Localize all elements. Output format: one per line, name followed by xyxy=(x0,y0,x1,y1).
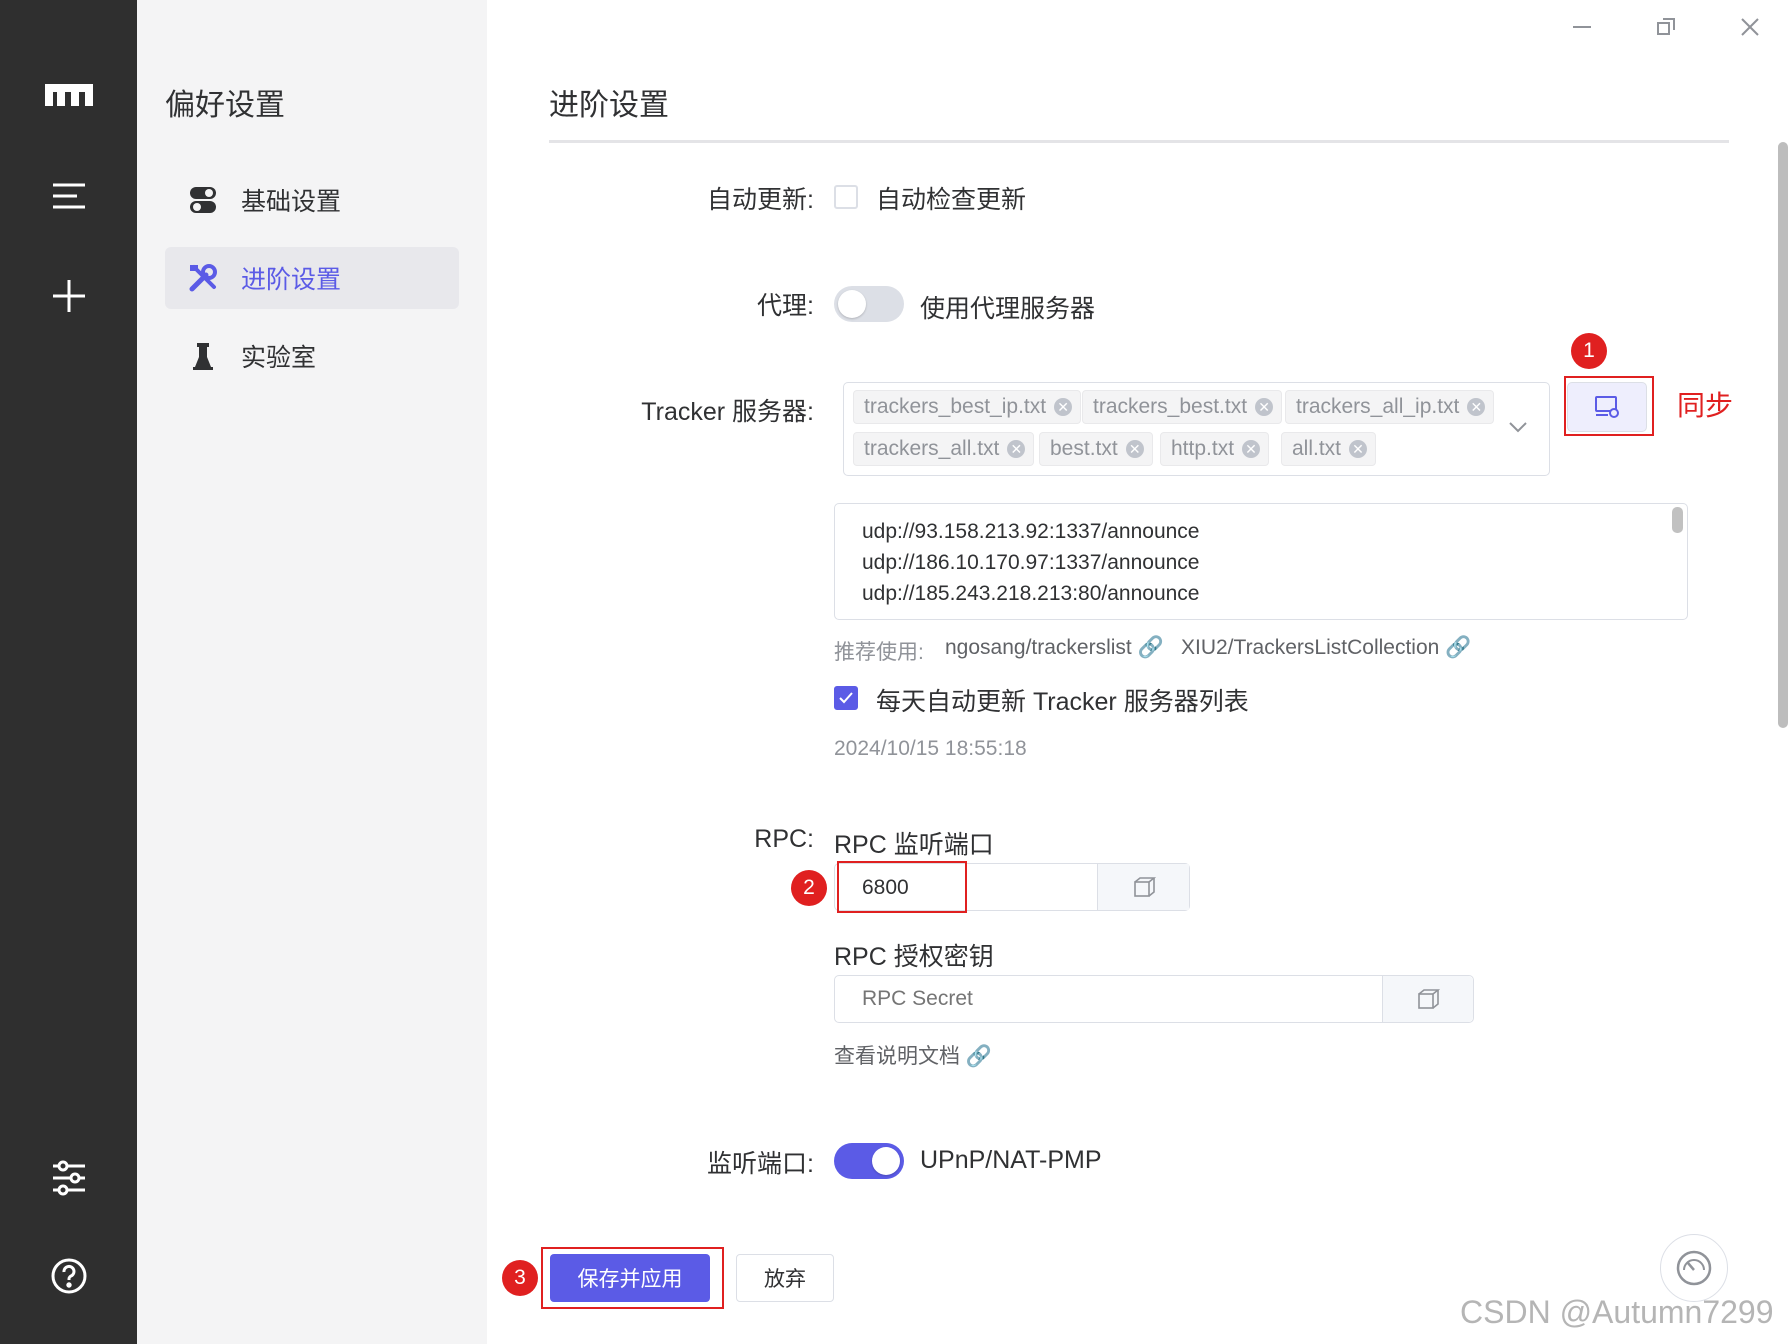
tag-close-icon[interactable]: ✕ xyxy=(1007,440,1026,458)
tools-icon xyxy=(185,263,221,293)
tag-close-icon[interactable]: ✕ xyxy=(1255,398,1274,416)
minimize-button[interactable] xyxy=(1562,12,1602,42)
tracker-url: udp://93.158.213.92:1337/announce xyxy=(862,520,1200,543)
annotation-badge-2: 2 xyxy=(791,870,827,906)
daily-update-tracker-checkbox[interactable] xyxy=(834,686,858,710)
tracker-last-update: 2024/10/15 18:55:18 xyxy=(834,737,1027,760)
external-link-icon: 🔗 xyxy=(1137,636,1164,659)
tag-close-icon[interactable]: ✕ xyxy=(1054,398,1073,416)
dice-icon xyxy=(1133,877,1156,897)
annotation-box-port xyxy=(837,861,967,913)
annotation-box-sync xyxy=(1564,376,1654,436)
auto-check-update-checkbox[interactable] xyxy=(834,185,858,209)
rpc-secret-input[interactable] xyxy=(834,975,1474,1023)
chevron-down-icon[interactable] xyxy=(1508,421,1528,435)
textarea-scrollbar[interactable] xyxy=(1672,507,1683,533)
rpc-doc-link[interactable]: 查看说明文档 🔗 xyxy=(834,1040,992,1070)
random-secret-button[interactable] xyxy=(1382,976,1473,1022)
daily-update-tracker-text: 每天自动更新 Tracker 服务器列表 xyxy=(876,688,1249,716)
sidebar-item-label: 基础设置 xyxy=(241,188,342,216)
sidebar-item-basic[interactable]: 基础设置 xyxy=(165,169,459,231)
toggles-icon xyxy=(185,185,221,215)
main-scrollbar[interactable] xyxy=(1778,142,1788,728)
proxy-toggle-text: 使用代理服务器 xyxy=(920,295,1096,323)
tracker-url: udp://186.10.170.97:1337/announce xyxy=(862,551,1200,574)
random-port-button[interactable] xyxy=(1097,864,1189,910)
app-rail xyxy=(0,0,137,1344)
tracker-tag[interactable]: trackers_all.txt ✕ xyxy=(853,432,1035,466)
watermark: CSDN @Autumn7299 xyxy=(1460,1294,1774,1330)
tag-close-icon[interactable]: ✕ xyxy=(1242,440,1261,458)
rpc-secret-label: RPC 授权密钥 xyxy=(834,943,994,971)
tracker-tag[interactable]: http.txt ✕ xyxy=(1160,432,1270,466)
close-icon xyxy=(1741,18,1759,36)
sidebar-title: 偏好设置 xyxy=(165,89,285,122)
recommend-link-ngosang[interactable]: ngosang/trackerslist 🔗 xyxy=(945,636,1164,660)
tracker-tag[interactable]: trackers_best.txt ✕ xyxy=(1082,390,1283,424)
truncated-row xyxy=(834,1202,994,1216)
auto-check-update-text: 自动检查更新 xyxy=(876,186,1027,214)
recommend-link-xiu2[interactable]: XIU2/TrackersListCollection 🔗 xyxy=(1181,636,1471,660)
sidebar-item-label: 实验室 xyxy=(241,344,317,372)
page-title: 进阶设置 xyxy=(549,89,669,122)
logo-icon xyxy=(0,80,137,108)
tracker-tag[interactable]: best.txt ✕ xyxy=(1039,432,1153,466)
tracker-tag[interactable]: trackers_best_ip.txt ✕ xyxy=(853,390,1082,424)
tag-close-icon[interactable]: ✕ xyxy=(1349,440,1368,458)
auto-update-label: 自动更新: xyxy=(707,186,814,214)
close-button[interactable] xyxy=(1730,12,1770,42)
tracker-tag[interactable]: all.txt ✕ xyxy=(1281,432,1377,466)
recommend-label: 推荐使用: xyxy=(834,641,924,664)
annotation-badge-1: 1 xyxy=(1571,333,1607,369)
proxy-label: 代理: xyxy=(757,292,814,320)
help-icon[interactable] xyxy=(0,1256,137,1296)
menu-icon[interactable] xyxy=(0,180,137,212)
tracker-url: udp://185.243.218.213:80/announce xyxy=(862,582,1200,605)
tag-close-icon[interactable]: ✕ xyxy=(1125,440,1144,458)
add-task-icon[interactable] xyxy=(0,276,137,316)
flask-icon xyxy=(185,341,221,371)
check-icon xyxy=(839,692,853,704)
speedometer-button[interactable] xyxy=(1660,1234,1728,1302)
rpc-label: RPC: xyxy=(754,825,814,853)
tracker-label: Tracker 服务器: xyxy=(641,398,814,426)
listen-port-label: 监听端口: xyxy=(707,1150,814,1178)
rpc-port-label: RPC 监听端口 xyxy=(834,831,994,859)
external-link-icon: 🔗 xyxy=(965,1045,992,1068)
annotation-badge-3: 3 xyxy=(502,1260,538,1296)
preferences-icon[interactable] xyxy=(0,1158,137,1198)
annotation-sync-label: 同步 xyxy=(1677,390,1734,421)
dice-icon xyxy=(1418,989,1440,1009)
upnp-toggle[interactable] xyxy=(834,1143,904,1179)
tag-close-icon[interactable]: ✕ xyxy=(1467,398,1486,416)
minimize-icon xyxy=(1573,26,1591,28)
sidebar-item-advanced[interactable]: 进阶设置 xyxy=(165,247,459,309)
speedometer-icon xyxy=(1676,1250,1712,1286)
tracker-list-textarea[interactable]: udp://93.158.213.92:1337/announce udp://… xyxy=(834,503,1688,620)
proxy-toggle[interactable] xyxy=(834,286,904,322)
maximize-icon xyxy=(1657,18,1675,35)
tracker-source-select[interactable]: trackers_best_ip.txt ✕ trackers_best.txt ✕… xyxy=(843,382,1550,476)
annotation-box-save xyxy=(541,1247,724,1309)
maximize-button[interactable] xyxy=(1646,12,1686,42)
upnp-toggle-text: UPnP/NAT-PMP xyxy=(920,1146,1102,1174)
discard-button[interactable]: 放弃 xyxy=(736,1254,834,1302)
sidebar-item-lab[interactable]: 实验室 xyxy=(165,325,459,387)
title-divider xyxy=(549,140,1729,143)
tracker-tag[interactable]: trackers_all_ip.txt ✕ xyxy=(1285,390,1495,424)
sidebar-item-label: 进阶设置 xyxy=(241,266,342,294)
external-link-icon: 🔗 xyxy=(1445,636,1472,659)
